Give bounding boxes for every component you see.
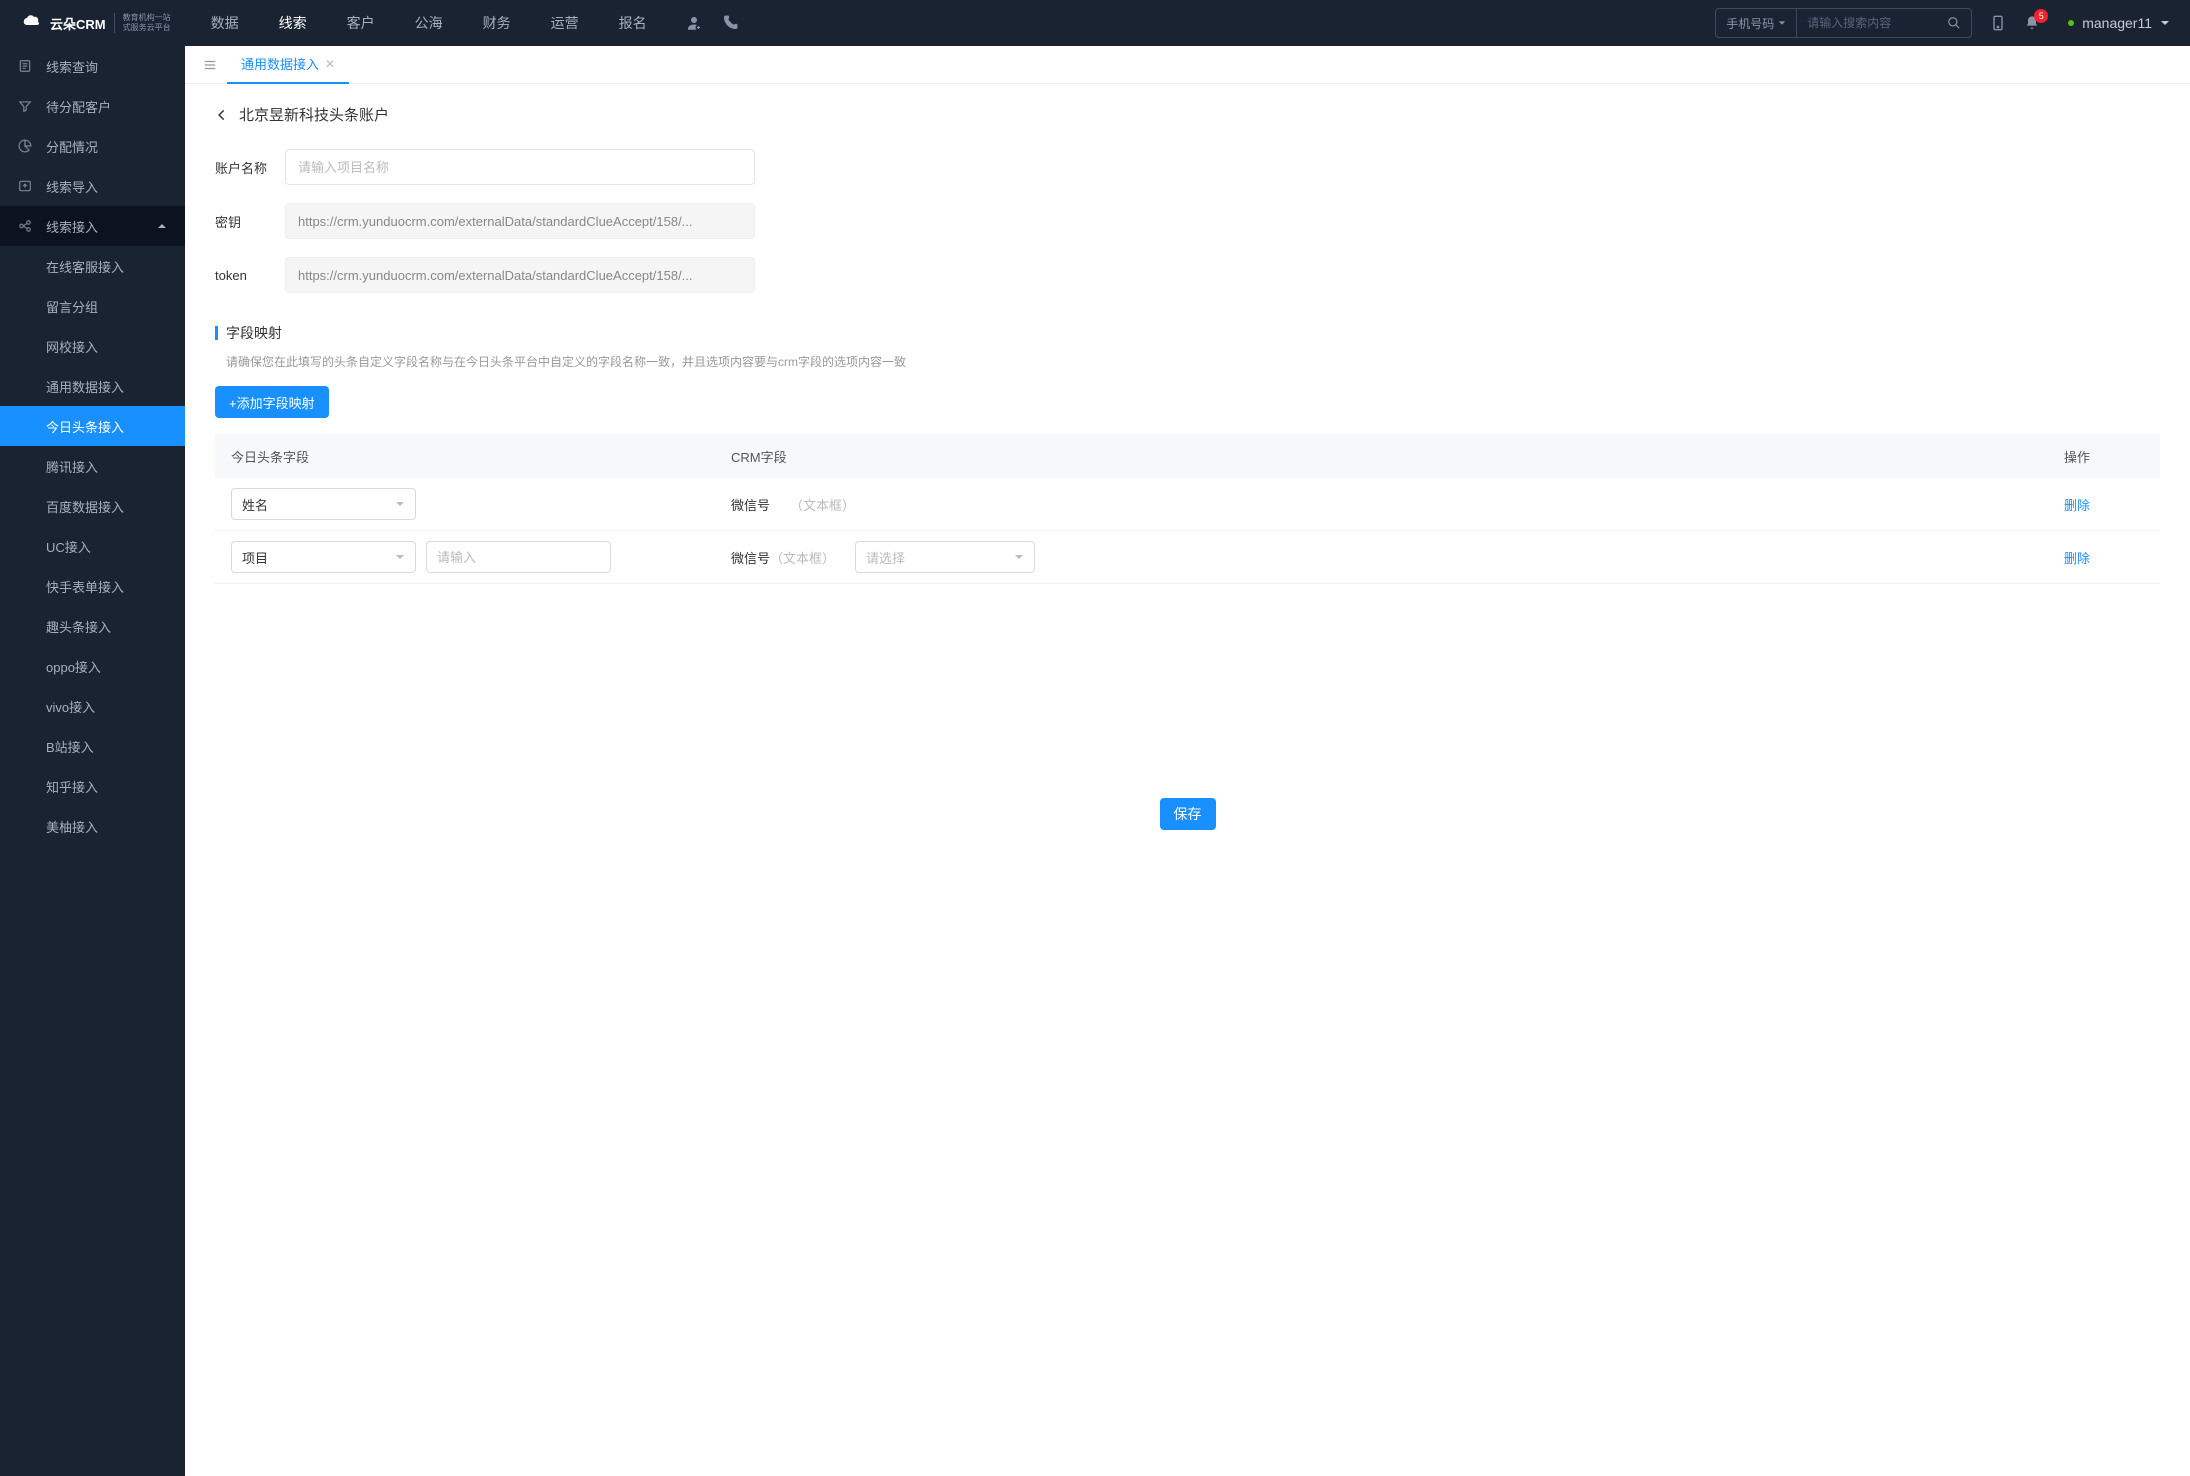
sidebar-subitem[interactable]: 今日头条接入	[0, 406, 185, 446]
user-menu[interactable]: manager11	[2068, 15, 2170, 31]
nav-item[interactable]: 线索	[259, 0, 327, 46]
header: 云朵CRM 教育机构一站 式服务云平台 数据线索客户公海财务运营报名 手机号码	[0, 0, 2190, 46]
main-area: 通用数据接入 ✕ 北京昱新科技头条账户 账户名称 密钥 https://crm.y…	[185, 46, 2190, 1476]
delete-link[interactable]: 删除	[2064, 551, 2090, 566]
phone-icon[interactable]	[721, 14, 739, 32]
crm-select[interactable]: 请选择	[855, 541, 1035, 573]
tabs-bar: 通用数据接入 ✕	[185, 46, 2190, 84]
col-field: 今日头条字段	[231, 447, 731, 466]
table-head: 今日头条字段 CRM字段 操作	[215, 434, 2160, 478]
col-action: 操作	[2064, 447, 2144, 466]
upload-icon	[18, 179, 34, 193]
mapping-title: 字段映射	[226, 323, 282, 343]
sidebar-subitem[interactable]: 网校接入	[0, 326, 185, 366]
delete-link[interactable]: 删除	[2064, 498, 2090, 513]
sidebar-subitem[interactable]: vivo接入	[0, 686, 185, 726]
nav-item[interactable]: 数据	[191, 0, 259, 46]
token-value: https://crm.yunduocrm.com/externalData/s…	[285, 257, 755, 293]
chevron-up-icon	[157, 221, 167, 231]
token-label: token	[215, 268, 285, 283]
status-dot	[2068, 20, 2074, 26]
close-icon[interactable]: ✕	[325, 57, 335, 71]
crm-label: 微信号	[731, 495, 770, 514]
top-nav: 数据线索客户公海财务运营报名	[191, 0, 667, 46]
filter-icon	[18, 99, 34, 113]
tab[interactable]: 通用数据接入 ✕	[227, 46, 349, 84]
sidebar-subitem[interactable]: UC接入	[0, 526, 185, 566]
nav-item[interactable]: 客户	[327, 0, 395, 46]
search-type-select[interactable]: 手机号码	[1716, 9, 1797, 37]
save-button[interactable]: 保存	[1160, 798, 1216, 830]
crm-type: （文本框）	[790, 495, 855, 514]
page-title: 北京昱新科技头条账户	[239, 104, 389, 125]
plug-icon	[18, 219, 34, 233]
chevron-down-icon	[1014, 552, 1024, 562]
logo-text: 云朵CRM	[50, 14, 106, 33]
nav-item[interactable]: 公海	[395, 0, 463, 46]
sidebar-subitem[interactable]: 通用数据接入	[0, 366, 185, 406]
username: manager11	[2082, 15, 2152, 31]
back-icon[interactable]	[215, 108, 229, 122]
sidebar-item[interactable]: 分配情况	[0, 126, 185, 166]
sidebar-subitem[interactable]: 在线客服接入	[0, 246, 185, 286]
secret-label: 密钥	[215, 212, 285, 231]
notif-badge: 5	[2034, 9, 2048, 23]
pie-icon	[18, 139, 34, 153]
sidebar-item[interactable]: 待分配客户	[0, 86, 185, 126]
search-group: 手机号码	[1715, 8, 1972, 38]
sidebar-item[interactable]: 线索查询	[0, 46, 185, 86]
crm-label: 微信号	[731, 551, 770, 566]
sidebar-label: 线索查询	[46, 57, 98, 76]
add-mapping-button[interactable]: +添加字段映射	[215, 386, 329, 418]
search-button[interactable]	[1937, 9, 1971, 37]
section-bar	[215, 326, 218, 340]
chevron-down-icon	[395, 499, 405, 509]
crm-type: （文本框）	[770, 551, 835, 566]
sidebar-item[interactable]: 线索导入	[0, 166, 185, 206]
sidebar-subitem[interactable]: 趣头条接入	[0, 606, 185, 646]
sidebar-label: 线索导入	[46, 177, 98, 196]
logo-icon	[20, 11, 44, 35]
sidebar-label: 待分配客户	[46, 97, 111, 116]
nav-item[interactable]: 报名	[599, 0, 667, 46]
search-input[interactable]	[1797, 16, 1937, 30]
sidebar: 线索查询待分配客户分配情况线索导入线索接入在线客服接入留言分组网校接入通用数据接…	[0, 46, 185, 1476]
sidebar-subitem[interactable]: 美柚接入	[0, 806, 185, 846]
field-select[interactable]: 姓名	[231, 488, 416, 520]
sidebar-label: 线索接入	[46, 217, 98, 236]
sidebar-subitem[interactable]: 知乎接入	[0, 766, 185, 806]
table-row: 姓名 微信号 （文本框） 删除	[215, 478, 2160, 531]
sidebar-subitem[interactable]: 留言分组	[0, 286, 185, 326]
sidebar-subitem[interactable]: B站接入	[0, 726, 185, 766]
field-input[interactable]	[426, 541, 611, 573]
sidebar-toggle-icon[interactable]	[193, 58, 227, 72]
tab-label: 通用数据接入	[241, 54, 319, 73]
nav-item[interactable]: 财务	[463, 0, 531, 46]
mapping-hint: 请确保您在此填写的头条自定义字段名称与在今日头条平台中自定义的字段名称一致，并且…	[215, 353, 2160, 370]
table-row: 项目 微信号（文本框） 请选择 删除	[215, 531, 2160, 584]
nav-item[interactable]: 运营	[531, 0, 599, 46]
user-icon[interactable]	[685, 14, 703, 32]
footer-bar: 保存	[215, 784, 2160, 844]
account-label: 账户名称	[215, 158, 285, 177]
mapping-table: 今日头条字段 CRM字段 操作 姓名微信号（文本框）删除项目微信号（文本框）请选…	[215, 434, 2160, 584]
sidebar-subitem[interactable]: 快手表单接入	[0, 566, 185, 606]
logo: 云朵CRM 教育机构一站 式服务云平台	[20, 11, 171, 35]
field-select[interactable]: 项目	[231, 541, 416, 573]
doc-icon	[18, 59, 34, 73]
col-crm: CRM字段	[731, 447, 2064, 466]
sidebar-subitem[interactable]: oppo接入	[0, 646, 185, 686]
mobile-icon[interactable]	[1990, 15, 2006, 31]
bell-icon[interactable]: 5	[2024, 15, 2040, 31]
sidebar-subitem[interactable]: 腾讯接入	[0, 446, 185, 486]
sidebar-subitem[interactable]: 百度数据接入	[0, 486, 185, 526]
secret-value: https://crm.yunduocrm.com/externalData/s…	[285, 203, 755, 239]
account-input[interactable]	[285, 149, 755, 185]
content: 北京昱新科技头条账户 账户名称 密钥 https://crm.yunduocrm…	[185, 84, 2190, 1476]
sidebar-label: 分配情况	[46, 137, 98, 156]
logo-sub: 教育机构一站 式服务云平台	[114, 13, 171, 32]
sidebar-item[interactable]: 线索接入	[0, 206, 185, 246]
chevron-down-icon	[395, 552, 405, 562]
